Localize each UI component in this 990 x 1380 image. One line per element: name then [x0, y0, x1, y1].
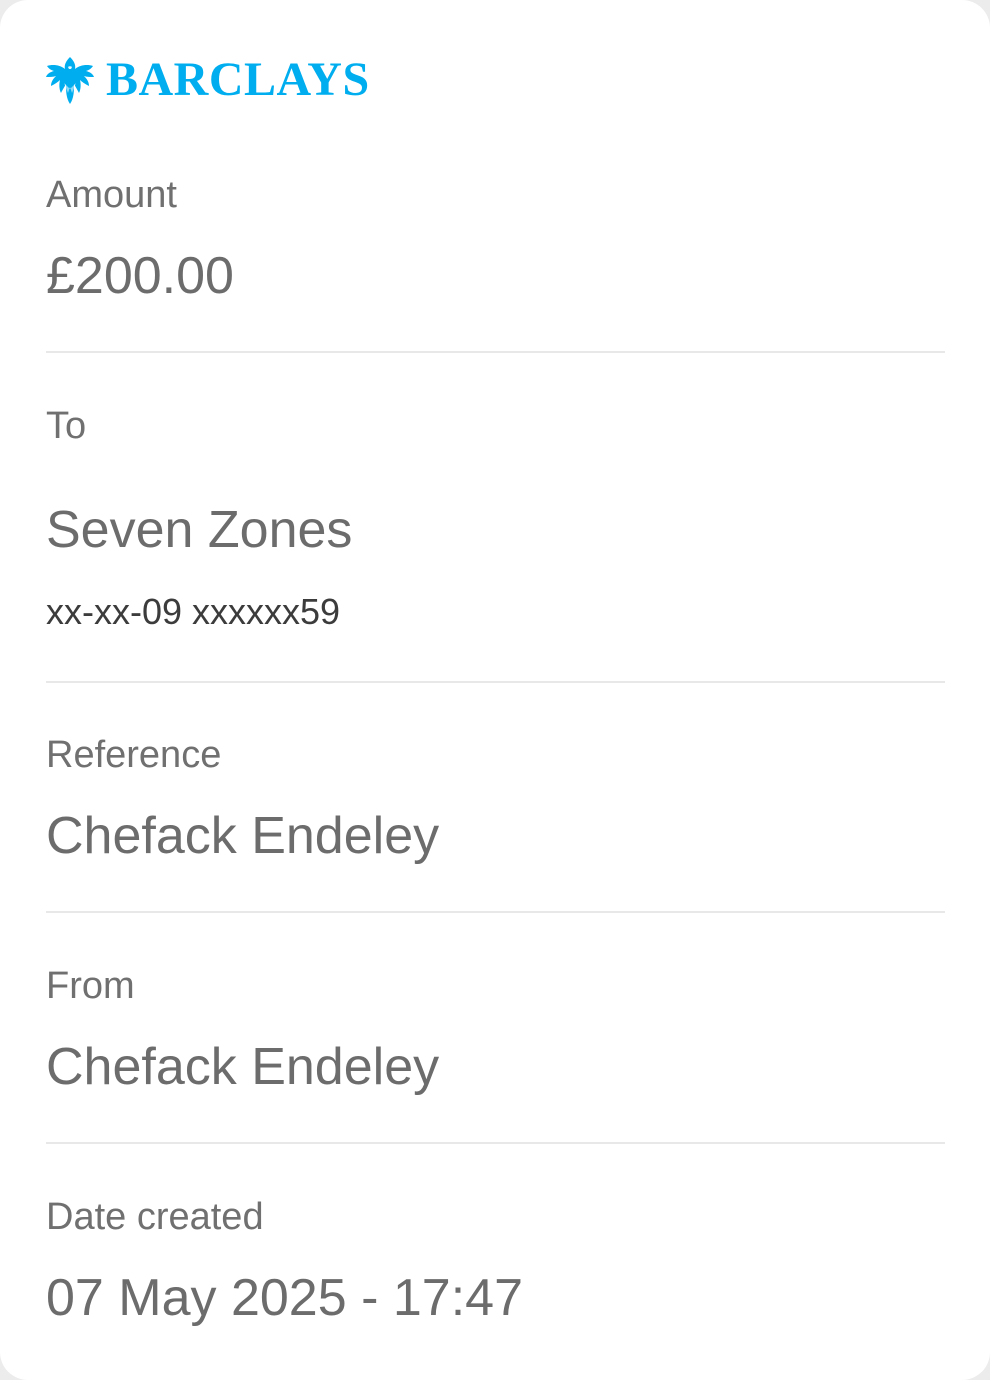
brand-name: BARCLAYS: [106, 53, 370, 106]
divider: [46, 681, 945, 683]
from-value: Chefack Endeley: [46, 1038, 440, 1096]
date-created-value: 07 May 2025 - 17:47: [46, 1269, 523, 1327]
payment-receipt-card: BARCLAYS Amount £200.00 To Seven Zones x…: [0, 0, 990, 1380]
divider: [46, 911, 945, 913]
date-created-label: Date created: [46, 1196, 264, 1238]
from-label: From: [46, 965, 135, 1007]
payee-account: xx-xx-09 xxxxxx59: [46, 591, 341, 632]
divider: [46, 1142, 945, 1144]
divider: [46, 351, 945, 353]
payee-name: Seven Zones: [46, 501, 353, 559]
eagle-icon: [46, 57, 94, 104]
reference-label: Reference: [46, 734, 222, 776]
to-label: To: [46, 405, 87, 447]
barclays-logo: BARCLAYS: [44, 52, 370, 108]
reference-value: Chefack Endeley: [46, 807, 440, 865]
amount-label: Amount: [46, 174, 177, 216]
amount-value: £200.00: [46, 247, 234, 305]
